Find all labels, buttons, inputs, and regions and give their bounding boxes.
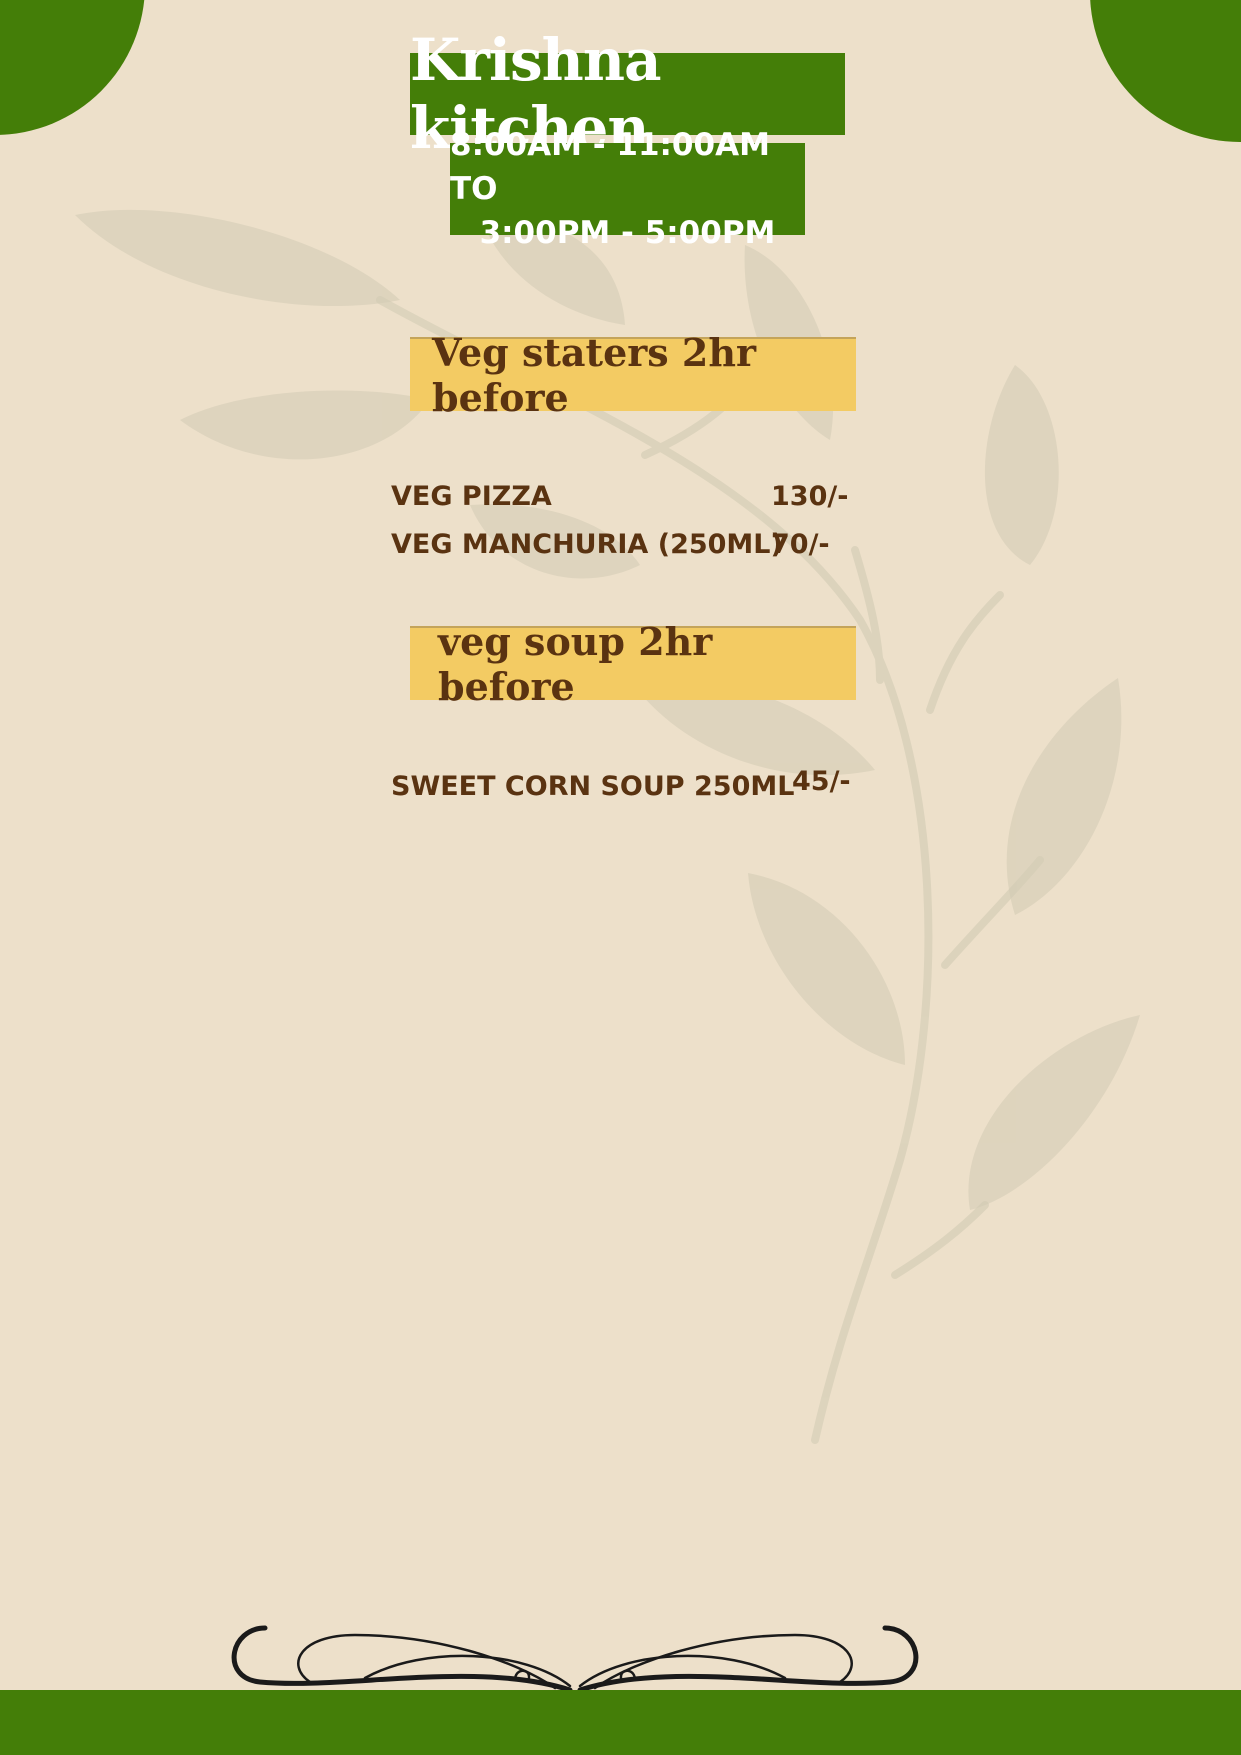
menu-item-name: VEG MANCHURIA (250ML) bbox=[391, 529, 783, 560]
section-header-veg-soup: veg soup 2hr before bbox=[410, 619, 856, 709]
menu-item-name: SWEET CORN SOUP 250ML bbox=[391, 771, 795, 802]
hours-line-1: 8:00AM - 11:00AM TO bbox=[450, 127, 770, 207]
menu-item-price: 130/- bbox=[771, 481, 849, 512]
menu-page: Krishna kitchen 8:00AM - 11:00AM TO 3:00… bbox=[0, 0, 1241, 1755]
footer-bar bbox=[0, 1690, 1241, 1755]
menu-item-price: 45/- bbox=[792, 766, 851, 797]
menu-item-price: 70/- bbox=[771, 529, 830, 560]
flourish-ornament bbox=[231, 1625, 919, 1693]
hours-line-2: 3:00PM - 5:00PM bbox=[479, 215, 776, 251]
section-header-veg-starters: Veg staters 2hr before bbox=[410, 330, 856, 420]
leaf-branch-watermark bbox=[75, 209, 1140, 1444]
menu-item-name: VEG PIZZA bbox=[391, 481, 552, 512]
opening-hours: 8:00AM - 11:00AM TO 3:00PM - 5:00PM bbox=[450, 127, 805, 251]
